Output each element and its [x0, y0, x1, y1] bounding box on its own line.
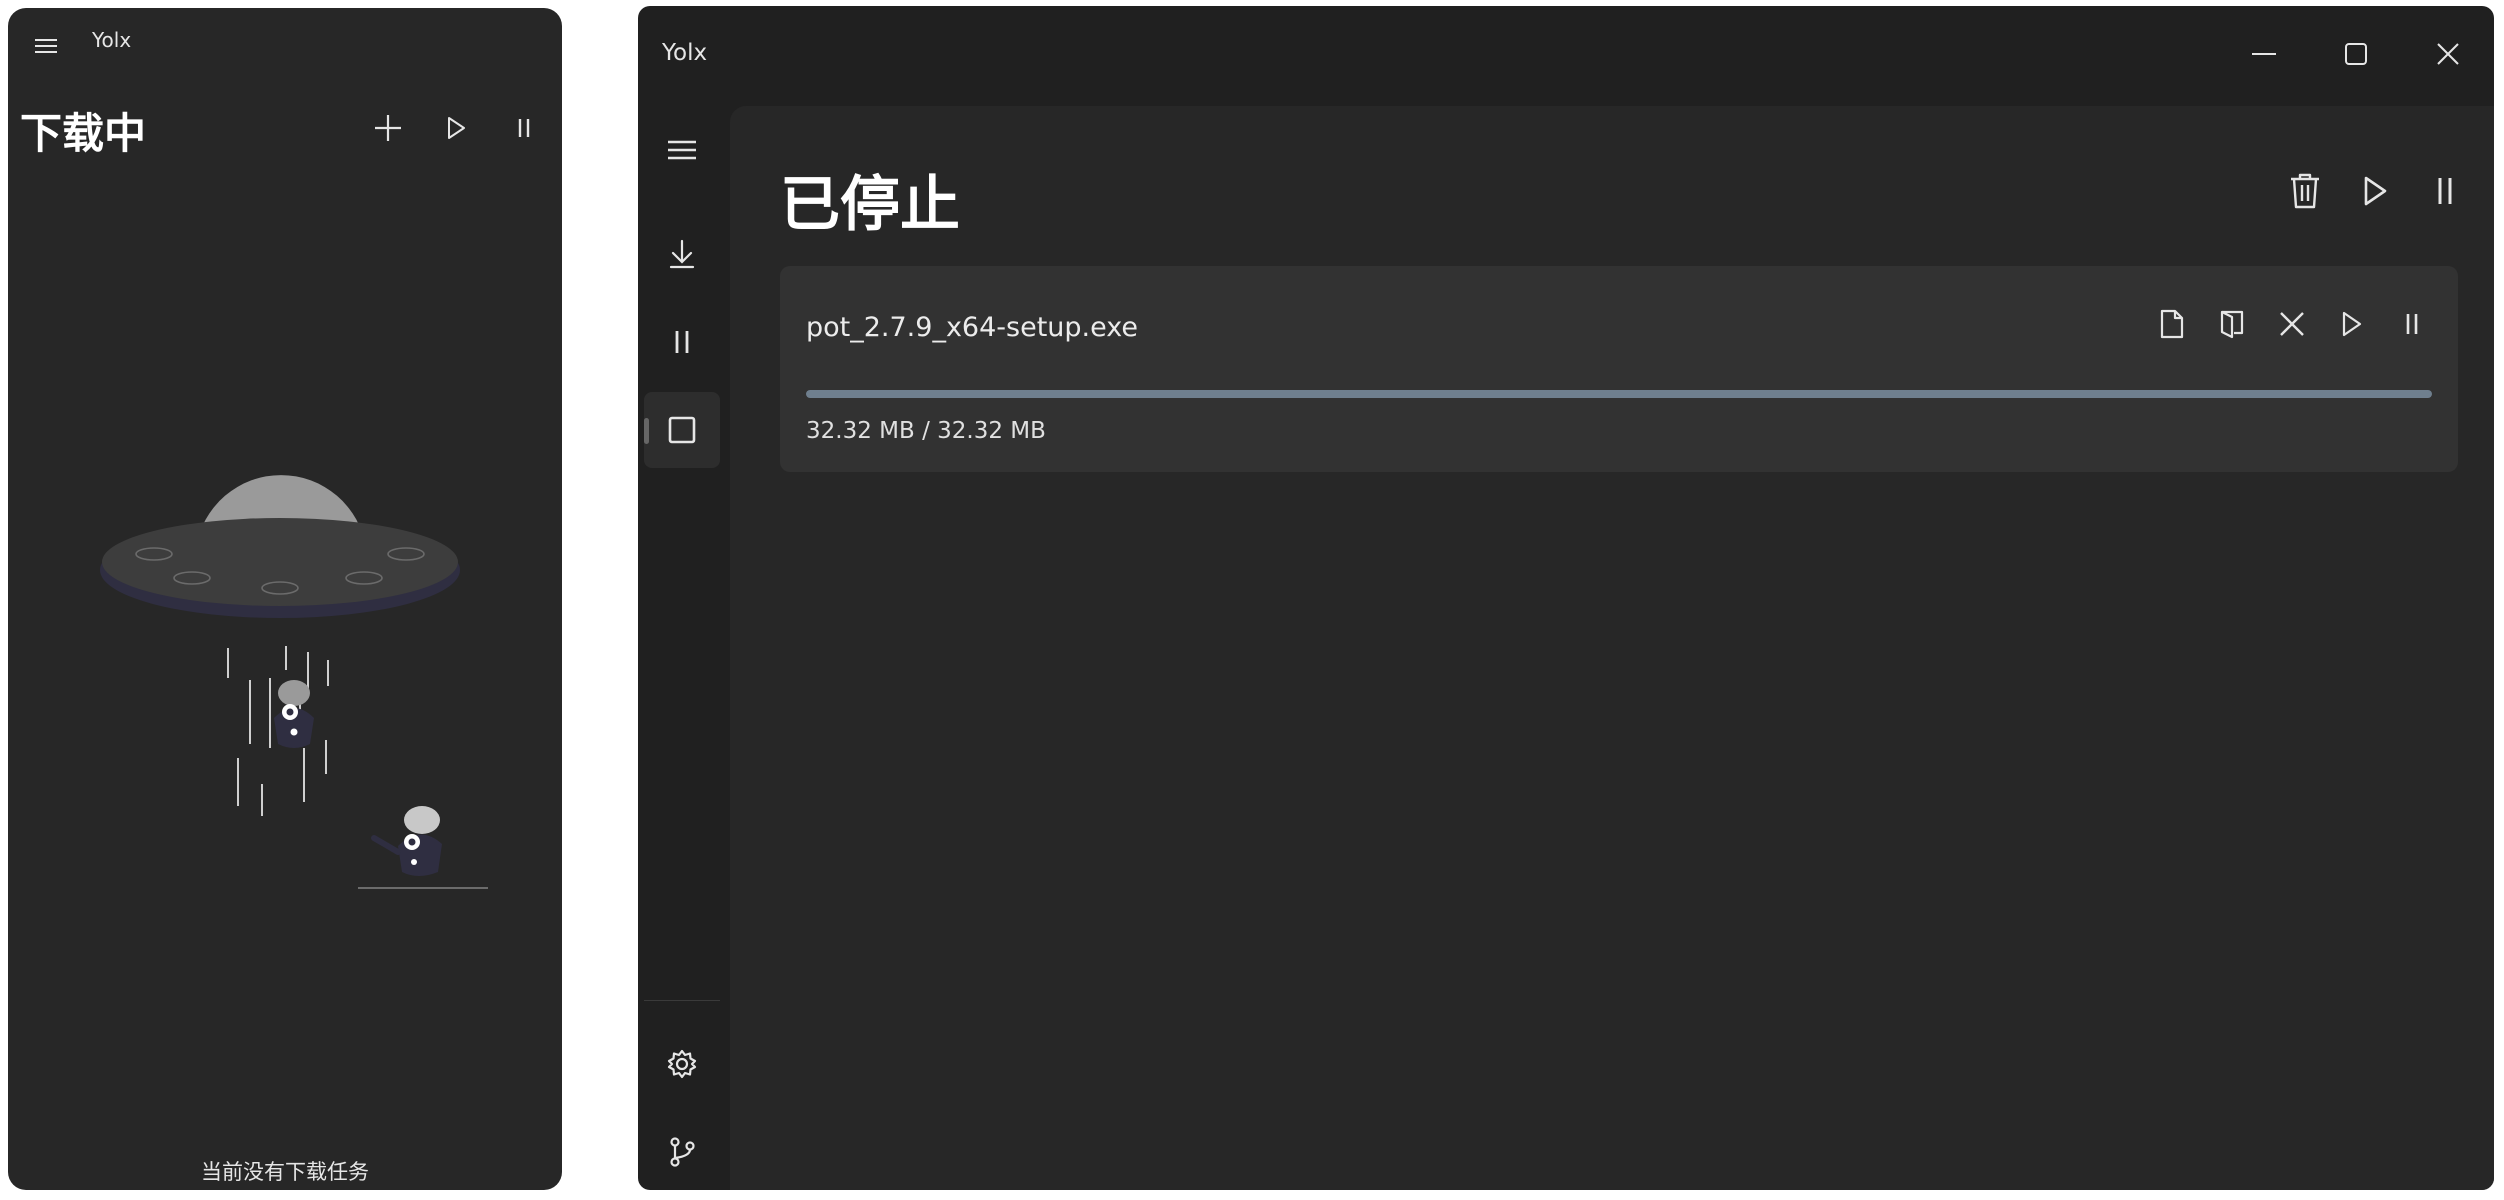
- maximize-icon[interactable]: [2310, 6, 2402, 102]
- sidebar-item-stopped[interactable]: [644, 392, 720, 468]
- page-title: 下载中: [20, 109, 147, 158]
- pause-icon[interactable]: [2420, 166, 2470, 216]
- sidebar-item-downloading[interactable]: [644, 216, 720, 292]
- toolbar: [368, 108, 544, 148]
- file-icon[interactable]: [2152, 304, 2192, 344]
- task-size-text: 32.32 MB / 32.32 MB: [806, 418, 1046, 444]
- left-window: Yolx 下载中 当前没有下载任务: [8, 8, 562, 1190]
- page-toolbar: [2280, 166, 2470, 216]
- app-title: Yolx: [92, 28, 132, 52]
- task-progress-bar: [806, 390, 2432, 398]
- pause-icon[interactable]: [504, 108, 544, 148]
- menu-icon[interactable]: [26, 26, 66, 66]
- pause-icon[interactable]: [2392, 304, 2432, 344]
- pause-icon: [673, 329, 691, 355]
- page-title: 已停止: [780, 170, 960, 240]
- play-icon[interactable]: [2332, 304, 2372, 344]
- task-progress-fill: [806, 390, 2432, 398]
- plus-icon[interactable]: [368, 108, 408, 148]
- minimize-icon[interactable]: [2218, 6, 2310, 102]
- sidebar-item-paused[interactable]: [644, 304, 720, 380]
- stop-icon: [668, 416, 696, 444]
- right-window: Yolx 已停止 pot_2.7.9_x64-setup.exe 32.32 M…: [638, 6, 2494, 1190]
- app-title: Yolx: [662, 40, 708, 66]
- trash-icon[interactable]: [2280, 166, 2330, 216]
- sidebar-item-settings[interactable]: [644, 1026, 720, 1102]
- close-icon[interactable]: [2402, 6, 2494, 102]
- task-actions: [2152, 304, 2432, 344]
- sidebar-item-about[interactable]: [644, 1114, 720, 1190]
- task-file-name: pot_2.7.9_x64-setup.exe: [806, 312, 1139, 343]
- open-folder-icon[interactable]: [2212, 304, 2252, 344]
- download-task-card[interactable]: pot_2.7.9_x64-setup.exe 32.32 MB / 32.32…: [780, 266, 2458, 472]
- main-content: 已停止 pot_2.7.9_x64-setup.exe 32.32 MB / 3…: [730, 106, 2494, 1190]
- play-icon[interactable]: [436, 108, 476, 148]
- empty-state-ufo-illustration: [88, 448, 508, 908]
- download-icon: [669, 239, 695, 269]
- nav-divider: [644, 1000, 720, 1001]
- git-branch-icon: [668, 1136, 696, 1168]
- caption-buttons: [2218, 6, 2494, 102]
- sidebar-nav: [638, 102, 730, 1190]
- empty-state-message: 当前没有下载任务: [201, 1160, 369, 1184]
- menu-icon[interactable]: [644, 112, 720, 188]
- play-icon[interactable]: [2350, 166, 2400, 216]
- settings-icon: [667, 1049, 697, 1079]
- delete-x-icon[interactable]: [2272, 304, 2312, 344]
